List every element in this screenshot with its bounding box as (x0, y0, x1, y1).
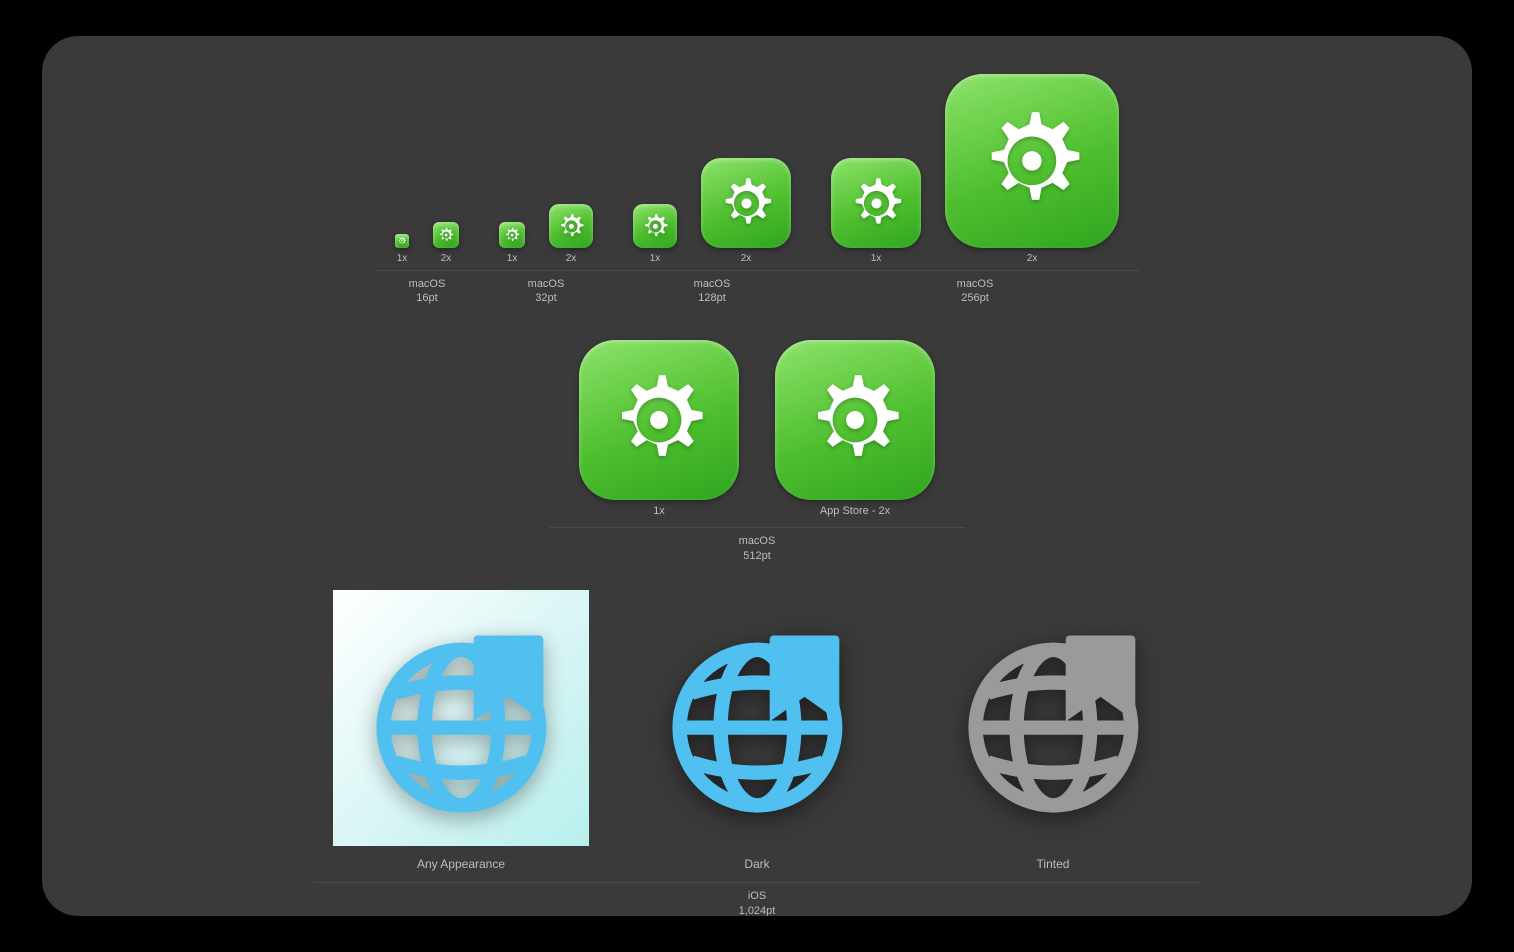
gear-icon (945, 74, 1119, 248)
gear-icon (579, 340, 739, 500)
scale-label: 1x (507, 252, 518, 266)
slot-macos-512-1x[interactable]: 1x (579, 340, 739, 519)
appearance-label: Any Appearance (417, 856, 505, 872)
slot-macos-128-1x[interactable]: 1x (633, 204, 677, 266)
scale-label: 1x (871, 252, 882, 266)
scale-label: 2x (1027, 252, 1038, 266)
globe-bookmark-icon (629, 590, 885, 846)
pt-label: 1,024pt (739, 904, 776, 916)
os-label: iOS (739, 889, 776, 904)
slot-macos-512-appstore[interactable]: App Store - 2x (775, 340, 935, 519)
os-label: macOS (957, 277, 994, 292)
group-macos-32pt: 1x 2x macOS 32pt (479, 200, 613, 306)
scale-label: 2x (441, 252, 452, 266)
slot-macos-32-2x[interactable]: 2x (549, 204, 593, 266)
slot-macos-16-2x[interactable]: 2x (433, 222, 459, 266)
slot-macos-32-1x[interactable]: 1x (499, 222, 525, 266)
slot-macos-128-2x[interactable]: 2x (701, 158, 791, 266)
os-label: macOS (409, 277, 446, 292)
slot-macos-256-1x[interactable]: 1x (831, 158, 921, 266)
scale-label: 2x (741, 252, 752, 266)
pt-label: 256pt (957, 291, 994, 306)
gear-icon (433, 222, 459, 248)
group-ios-1024pt: Any Appearance Dark Tinted iOS 1,024pt (42, 590, 1472, 916)
os-label: macOS (739, 534, 776, 549)
os-label: macOS (528, 277, 565, 292)
slot-macos-16-1x[interactable]: 1x (395, 234, 409, 266)
pt-label: 32pt (528, 291, 565, 306)
slot-ios-tinted[interactable]: Tinted (925, 590, 1181, 872)
group-macos-512pt: 1x App Store - 2x macOS 512pt (42, 340, 1472, 564)
pt-label: 16pt (409, 291, 446, 306)
pt-label: 128pt (694, 291, 731, 306)
gear-icon (831, 158, 921, 248)
gear-icon (701, 158, 791, 248)
appearance-label: Tinted (1037, 856, 1070, 872)
globe-bookmark-icon (925, 590, 1181, 846)
scale-label: 1x (653, 504, 665, 519)
gear-icon (499, 222, 525, 248)
scale-label: App Store - 2x (820, 504, 890, 519)
group-macos-128pt: 1x 2x macOS 128pt (613, 154, 811, 306)
gear-icon (395, 234, 409, 248)
group-macos-16pt: 1x 2x macOS 16pt (375, 218, 479, 306)
appearance-label: Dark (744, 856, 769, 872)
asset-catalog-canvas: 1x 2x macOS 16pt 1x 2x (42, 36, 1472, 916)
slot-macos-256-2x[interactable]: 2x (945, 74, 1119, 266)
group-macos-256pt: 1x 2x macOS 256pt (811, 70, 1139, 306)
macos-row-small: 1x 2x macOS 16pt 1x 2x (42, 70, 1472, 306)
scale-label: 2x (566, 252, 577, 266)
gear-icon (775, 340, 935, 500)
scale-label: 1x (397, 252, 408, 266)
gear-icon (549, 204, 593, 248)
slot-ios-dark[interactable]: Dark (629, 590, 885, 872)
globe-bookmark-icon (333, 590, 589, 846)
os-label: macOS (694, 277, 731, 292)
slot-ios-any-appearance[interactable]: Any Appearance (333, 590, 589, 872)
scale-label: 1x (650, 252, 661, 266)
gear-icon (633, 204, 677, 248)
pt-label: 512pt (739, 549, 776, 564)
